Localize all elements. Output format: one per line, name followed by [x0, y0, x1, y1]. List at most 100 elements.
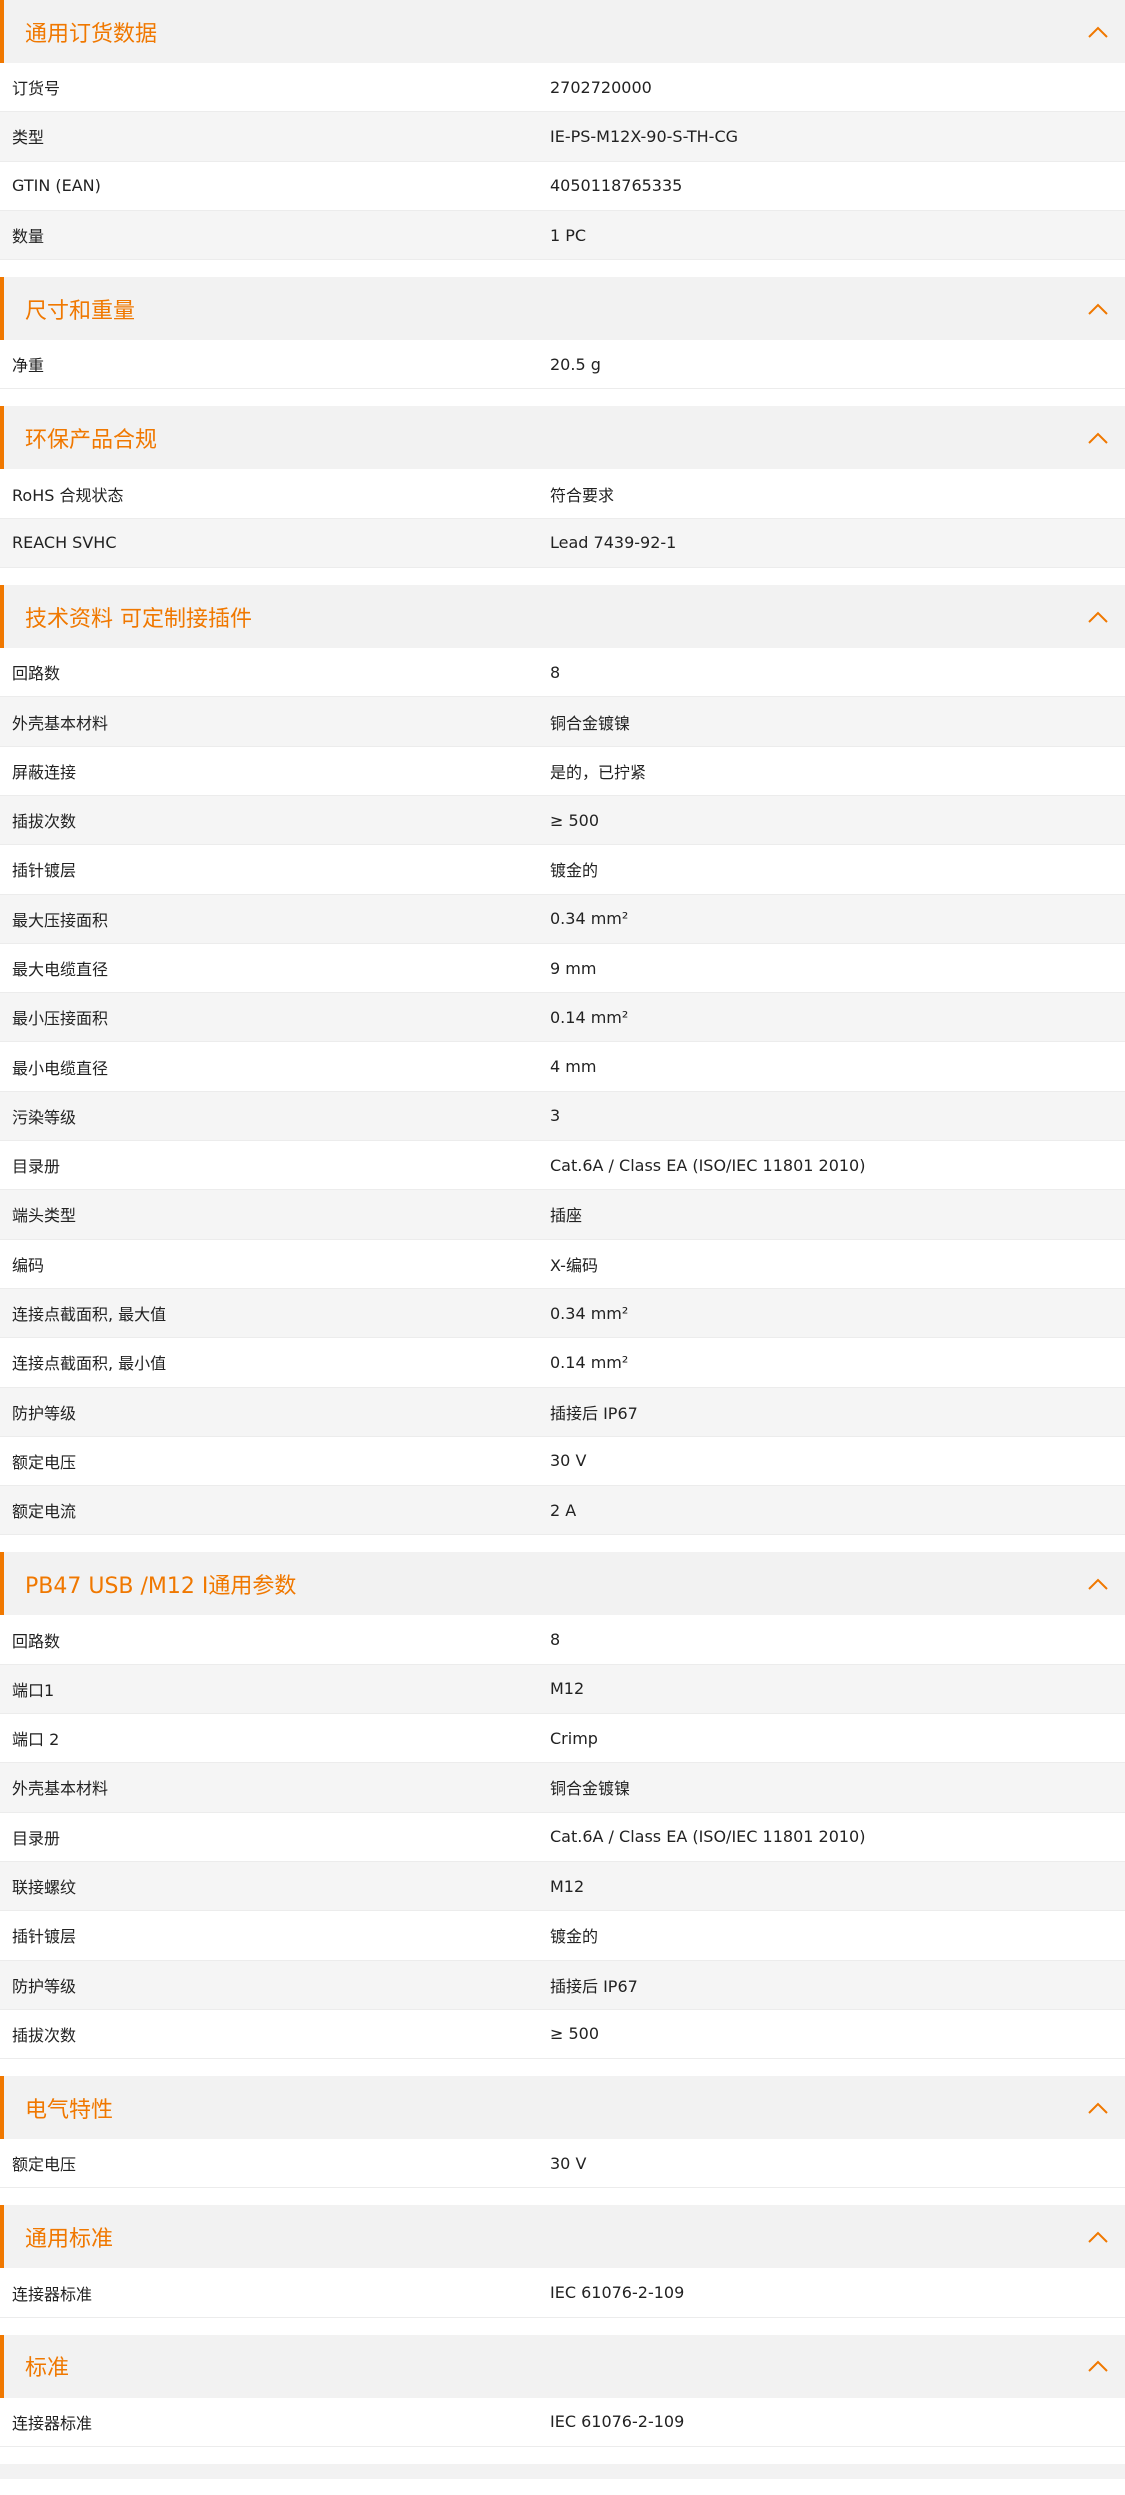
spec-row: 插针镀层 镀金的 [0, 1911, 1125, 1961]
section-header-toggle[interactable]: 通用订货数据 [0, 0, 1125, 63]
spec-label: 订货号 [12, 79, 61, 99]
chevron-up-icon[interactable] [1088, 22, 1108, 42]
chevron-up-icon[interactable] [1088, 428, 1108, 448]
section-header-toggle[interactable]: 技术资料 可定制接插件 [0, 585, 1125, 649]
section-title: 技术资料 可定制接插件 [25, 606, 252, 632]
spec-label: 最大电缆直径 [12, 960, 109, 979]
spec-row: 外壳基本材料 铜合金镀镍 [0, 697, 1125, 747]
spec-section: 电气特性 额定电压 30 V [0, 2076, 1125, 2189]
section-rows: RoHS 合规状态 符合要求 REACH SVHC Lead 7439-92-1 [0, 469, 1125, 569]
section-header-toggle[interactable]: 通用标准 [0, 2205, 1125, 2269]
spec-value: 4 mm [550, 1057, 597, 1077]
section-header-toggle[interactable]: 电气特性 [0, 2076, 1125, 2140]
spec-row: 插针镀层 镀金的 [0, 845, 1125, 895]
section-title: 通用标准 [25, 2226, 114, 2252]
spec-row: 回路数 8 [0, 648, 1125, 698]
spec-value: M12 [550, 1876, 585, 1896]
spec-row: 连接点截面积, 最小值 0.14 mm² [0, 1338, 1125, 1388]
spec-value: 符合要求 [550, 485, 615, 505]
spec-row: REACH SVHC Lead 7439-92-1 [0, 518, 1125, 569]
chevron-up-icon[interactable] [1088, 2098, 1108, 2118]
spec-row: 目录册 Cat.6A / Class EA (ISO/IEC 11801 201… [0, 1812, 1125, 1862]
section-rows: 额定电压 30 V [0, 2139, 1125, 2189]
spec-row: 插拔次数 ≥ 500 [0, 795, 1125, 846]
spec-section: PB47 USB /M12 I通用参数 回路数 8 端口1 M12 端口 2 C… [0, 1552, 1125, 2060]
spec-value: 0.34 mm² [550, 1303, 629, 1323]
spec-row: 编码 X-编码 [0, 1239, 1125, 1289]
spec-label: 额定电压 [12, 1452, 77, 1472]
spec-section: 通用标准 连接器标准 IEC 61076-2-109 [0, 2205, 1125, 2318]
chevron-up-icon[interactable] [1088, 1574, 1108, 1594]
spec-row: 额定电流 2 A [0, 1486, 1125, 1536]
spec-value: 铜合金镀镍 [550, 713, 631, 733]
spec-label: 类型 [12, 128, 45, 148]
spec-label: 防护等级 [12, 1403, 77, 1423]
spec-value: 8 [550, 662, 561, 682]
chevron-up-icon[interactable] [1088, 299, 1108, 319]
spec-row: 屏蔽连接 是的，已拧紧 [0, 746, 1125, 796]
spec-section: 标准 连接器标准 IEC 61076-2-109 [0, 2334, 1125, 2447]
spec-row: 端头类型 插座 [0, 1190, 1125, 1240]
spec-row: 防护等级 插接后 IP67 [0, 1960, 1125, 2010]
spec-row: RoHS 合规状态 符合要求 [0, 469, 1125, 519]
spec-label: 插拔次数 [12, 2025, 77, 2045]
section-header-toggle[interactable]: 环保产品合规 [0, 406, 1125, 470]
spec-value: 插接后 IP67 [550, 1403, 638, 1423]
spec-label: RoHS 合规状态 [12, 485, 124, 505]
spec-value: 0.14 mm² [550, 1352, 629, 1372]
spec-label: 最小压接面积 [12, 1009, 109, 1029]
spec-value: 铜合金镀镍 [550, 1779, 631, 1799]
spec-value: 镀金的 [550, 1927, 599, 1947]
spec-value: 插座 [550, 1206, 583, 1226]
spec-value: Crimp [550, 1728, 598, 1748]
spec-value: 20.5 g [550, 354, 601, 374]
spec-value: IEC 61076-2-109 [550, 2412, 685, 2432]
spec-value: Lead 7439-92-1 [550, 533, 677, 553]
spec-label: 最大压接面积 [12, 910, 109, 930]
spec-label: 净重 [12, 356, 45, 376]
chevron-up-icon[interactable] [1088, 607, 1108, 627]
spec-label: 最小电缆直径 [12, 1058, 109, 1078]
spec-row: 端口1 M12 [0, 1664, 1125, 1715]
spec-label: 防护等级 [12, 1976, 77, 1996]
section-title: 环保产品合规 [25, 427, 158, 453]
spec-value: ≥ 500 [550, 810, 600, 830]
spec-label: REACH SVHC [12, 533, 117, 553]
spec-label: 插针镀层 [12, 861, 77, 881]
spec-page: 通用订货数据 订货号 2702720000 类型 IE-PS-M12X-90-S… [0, 0, 1125, 2447]
spec-row: 最大压接面积 0.34 mm² [0, 894, 1125, 944]
spec-row: 污染等级 3 [0, 1091, 1125, 1142]
spec-value: 镀金的 [550, 861, 599, 881]
spec-value: IEC 61076-2-109 [550, 2283, 685, 2303]
section-rows: 净重 20.5 g [0, 340, 1125, 390]
spec-row: 连接器标准 IEC 61076-2-109 [0, 2268, 1125, 2318]
spec-label: 额定电流 [12, 1502, 77, 1522]
spec-label: 编码 [12, 1255, 45, 1275]
spec-value: 2 A [550, 1500, 577, 1520]
spec-row: 额定电压 30 V [0, 2139, 1125, 2189]
spec-label: 回路数 [12, 664, 61, 684]
section-title: 尺寸和重量 [25, 298, 136, 324]
spec-value: 9 mm [550, 958, 597, 978]
spec-row: 额定电压 30 V [0, 1436, 1125, 1487]
spec-row: 最小电缆直径 4 mm [0, 1042, 1125, 1092]
section-rows: 订货号 2702720000 类型 IE-PS-M12X-90-S-TH-CG … [0, 63, 1125, 261]
spec-label: 插针镀层 [12, 1927, 77, 1947]
chevron-up-icon[interactable] [1088, 2227, 1108, 2247]
section-header-toggle[interactable]: PB47 USB /M12 I通用参数 [0, 1552, 1125, 1616]
spec-value: X-编码 [550, 1255, 598, 1275]
section-title: 电气特性 [25, 2097, 114, 2123]
section-header-toggle[interactable]: 标准 [0, 2334, 1125, 2398]
section-title: 通用订货数据 [25, 21, 158, 47]
spec-label: 连接点截面积, 最大值 [12, 1305, 167, 1325]
spec-row: 连接器标准 IEC 61076-2-109 [0, 2397, 1125, 2447]
spec-value: Cat.6A / Class EA (ISO/IEC 11801 2010) [550, 1155, 866, 1175]
spec-row: 类型 IE-PS-M12X-90-S-TH-CG [0, 112, 1125, 162]
spec-label: 外壳基本材料 [12, 1779, 109, 1799]
spec-label: 目录册 [12, 1157, 61, 1177]
spec-label: 屏蔽连接 [12, 762, 77, 782]
chevron-up-icon[interactable] [1088, 2356, 1108, 2376]
section-rows: 回路数 8 外壳基本材料 铜合金镀镍 屏蔽连接 是的，已拧紧 插拔次数 ≥ 50… [0, 648, 1125, 1536]
spec-row: 最大电缆直径 9 mm [0, 943, 1125, 994]
section-header-toggle[interactable]: 尺寸和重量 [0, 277, 1125, 341]
